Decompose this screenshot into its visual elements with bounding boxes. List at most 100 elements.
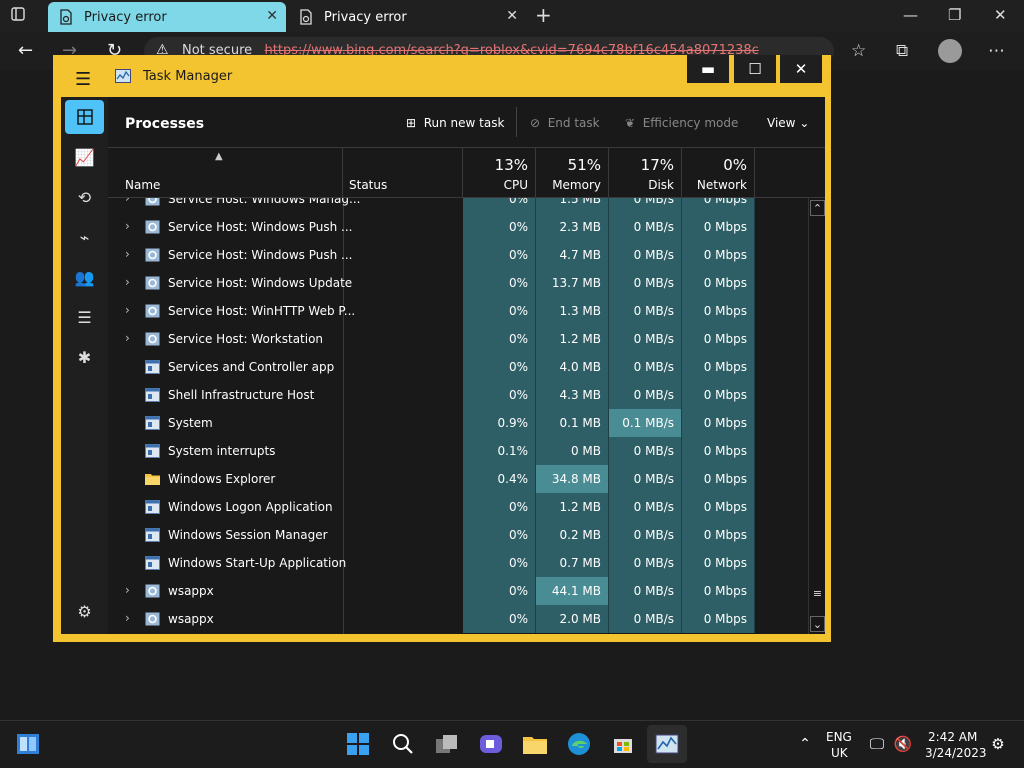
- cpu-cell: 0%: [463, 521, 536, 549]
- task-view-icon[interactable]: [434, 731, 460, 757]
- clock-date[interactable]: 3/24/2023: [925, 746, 987, 760]
- restore-icon[interactable]: ❐: [948, 6, 961, 24]
- process-name: System: [168, 416, 213, 430]
- close-tab-icon[interactable]: ✕: [506, 8, 518, 24]
- chevron-right-icon[interactable]: ›: [125, 303, 130, 317]
- avatar[interactable]: [938, 39, 962, 63]
- volume-muted-icon[interactable]: 🔇: [890, 731, 916, 757]
- sidebar-item-services[interactable]: ✱: [65, 342, 104, 372]
- history-icon: ⟲: [77, 187, 92, 207]
- table-row[interactable]: Services and Controller app 0% 4.0 MB 0 MB/…: [108, 353, 808, 381]
- sidebar-item-users[interactable]: 👥: [65, 262, 104, 292]
- close-button[interactable]: ✕: [780, 55, 822, 83]
- sidebar-item-app-history[interactable]: ⟲: [65, 182, 104, 212]
- favorites-icon[interactable]: ☆: [851, 41, 866, 61]
- column-header-name[interactable]: Name: [108, 148, 343, 198]
- process-name: wsappx: [168, 584, 214, 598]
- browser-tab-active[interactable]: Privacy error ✕: [48, 2, 286, 32]
- edge-icon[interactable]: [566, 731, 592, 757]
- chevron-right-icon[interactable]: ›: [125, 583, 130, 597]
- end-task-icon: ⊘: [530, 116, 541, 130]
- table-row[interactable]: › Service Host: Windows Push ... 0% 4.7 MB 0…: [108, 241, 808, 269]
- disk-cell: 0 MB/s: [609, 465, 682, 493]
- minimize-button[interactable]: ▬: [687, 55, 729, 83]
- vertical-scrollbar[interactable]: ⌃ ≡ ⌄: [808, 198, 825, 634]
- run-new-task-button[interactable]: ⊞ Run new task: [406, 116, 504, 130]
- chevron-right-icon[interactable]: ›: [125, 198, 130, 205]
- table-row[interactable]: › Service Host: Windows Update 0% 13.7 MB 0 …: [108, 269, 808, 297]
- browser-tab-inactive[interactable]: Privacy error ✕: [288, 2, 526, 32]
- close-window-icon[interactable]: ✕: [994, 6, 1007, 24]
- start-icon[interactable]: [345, 731, 371, 757]
- process-name: Service Host: Workstation: [168, 332, 324, 346]
- input-language[interactable]: ENG: [826, 730, 852, 744]
- chevron-right-icon[interactable]: ›: [125, 247, 130, 261]
- chevron-up-icon[interactable]: ⌃: [792, 731, 818, 757]
- more-icon[interactable]: ⋯: [988, 41, 1005, 61]
- tab-actions-icon[interactable]: [10, 6, 26, 25]
- table-row[interactable]: › wsappx 0% 44.1 MB 0 MB/s 0 Mbps: [108, 577, 808, 605]
- scroll-up-icon[interactable]: ⌃: [810, 200, 825, 216]
- table-row[interactable]: System 0.9% 0.1 MB 0.1 MB/s 0 Mbps: [108, 409, 808, 437]
- new-tab-icon[interactable]: +: [535, 3, 552, 27]
- input-region[interactable]: UK: [831, 746, 848, 760]
- search-icon[interactable]: [390, 731, 416, 757]
- sidebar-item-processes[interactable]: [65, 100, 104, 134]
- chevron-right-icon[interactable]: ›: [125, 611, 130, 625]
- table-row[interactable]: › Service Host: WinHTTP Web P... 0% 1.3 MB 0…: [108, 297, 808, 325]
- memory-cell: 0 MB: [536, 437, 609, 465]
- end-task-button[interactable]: ⊘ End task: [530, 116, 600, 130]
- sidebar-item-details[interactable]: ☰: [65, 302, 104, 332]
- chevron-right-icon[interactable]: ›: [125, 331, 130, 345]
- hamburger-icon[interactable]: ☰: [75, 69, 91, 90]
- folder-icon: [145, 474, 160, 485]
- table-row[interactable]: Windows Explorer 0.4% 34.8 MB 0 MB/s 0 Mbps: [108, 465, 808, 493]
- taskbar: ⌃ ENG UK 🖵 🔇 2:42 AM 3/24/2023 ⚙: [0, 720, 1024, 768]
- widgets-icon[interactable]: [15, 731, 41, 757]
- sidebar-item-settings[interactable]: ⚙: [65, 596, 104, 626]
- column-header-status[interactable]: Status: [343, 148, 463, 198]
- scroll-thumb-grip-icon[interactable]: ≡: [810, 585, 825, 601]
- memory-cell: 44.1 MB: [536, 577, 609, 605]
- store-icon[interactable]: [610, 731, 636, 757]
- clock-time[interactable]: 2:42 AM: [928, 730, 977, 744]
- minimize-icon[interactable]: —: [903, 6, 918, 24]
- table-row[interactable]: › wsappx 0% 2.0 MB 0 MB/s 0 Mbps: [108, 605, 808, 633]
- column-header-network[interactable]: 0% Network: [682, 148, 755, 198]
- table-row[interactable]: Shell Infrastructure Host 0% 4.3 MB 0 MB/s 0…: [108, 381, 808, 409]
- disk-cell: 0 MB/s: [609, 198, 682, 213]
- file-explorer-icon[interactable]: [522, 731, 548, 757]
- collections-icon[interactable]: ⧉: [896, 41, 908, 61]
- table-row[interactable]: Windows Start-Up Application 0% 0.7 MB 0 MB…: [108, 549, 808, 577]
- table-row[interactable]: › Service Host: Windows Manag... 0% 1.5 MB 0…: [108, 198, 808, 213]
- table-row[interactable]: › Service Host: Windows Push ... 0% 2.3 MB 0…: [108, 213, 808, 241]
- table-row[interactable]: System interrupts 0.1% 0 MB 0 MB/s 0 Mbps: [108, 437, 808, 465]
- teams-chat-icon[interactable]: [478, 731, 504, 757]
- chevron-right-icon[interactable]: ›: [125, 219, 130, 233]
- network-icon[interactable]: 🖵: [864, 731, 890, 757]
- chevron-right-icon[interactable]: ›: [125, 275, 130, 289]
- back-icon[interactable]: ←: [18, 40, 33, 61]
- sidebar-item-performance[interactable]: 📈: [65, 142, 104, 172]
- task-manager-taskbar-icon[interactable]: [647, 725, 687, 763]
- column-header-disk[interactable]: 17% Disk: [609, 148, 682, 198]
- app-window-icon: [145, 444, 160, 458]
- maximize-button[interactable]: ☐: [734, 55, 776, 83]
- efficiency-mode-button[interactable]: ❦ Efficiency mode: [625, 116, 738, 130]
- close-tab-icon[interactable]: ✕: [266, 8, 278, 24]
- column-header-cpu[interactable]: 13% CPU: [463, 148, 536, 198]
- network-cell: 0 Mbps: [682, 521, 755, 549]
- table-row[interactable]: Windows Logon Application 0% 1.2 MB 0 MB/s 0…: [108, 493, 808, 521]
- scroll-down-icon[interactable]: ⌄: [810, 616, 825, 632]
- service-gear-icon: [145, 276, 160, 290]
- column-header-memory[interactable]: 51% Memory: [536, 148, 609, 198]
- notifications-icon[interactable]: ⚙: [985, 731, 1011, 757]
- table-row[interactable]: › Service Host: Workstation 0% 1.2 MB 0 MB/s…: [108, 325, 808, 353]
- memory-cell: 0.2 MB: [536, 521, 609, 549]
- column-percent: 17%: [640, 156, 674, 174]
- sidebar-item-startup-apps[interactable]: ⌁: [65, 222, 104, 252]
- table-row[interactable]: Windows Session Manager 0% 0.2 MB 0 MB/s 0 M…: [108, 521, 808, 549]
- process-name: Service Host: Windows Push ...: [168, 220, 353, 234]
- view-label: View: [767, 116, 796, 130]
- view-button[interactable]: View ⌄: [767, 116, 809, 130]
